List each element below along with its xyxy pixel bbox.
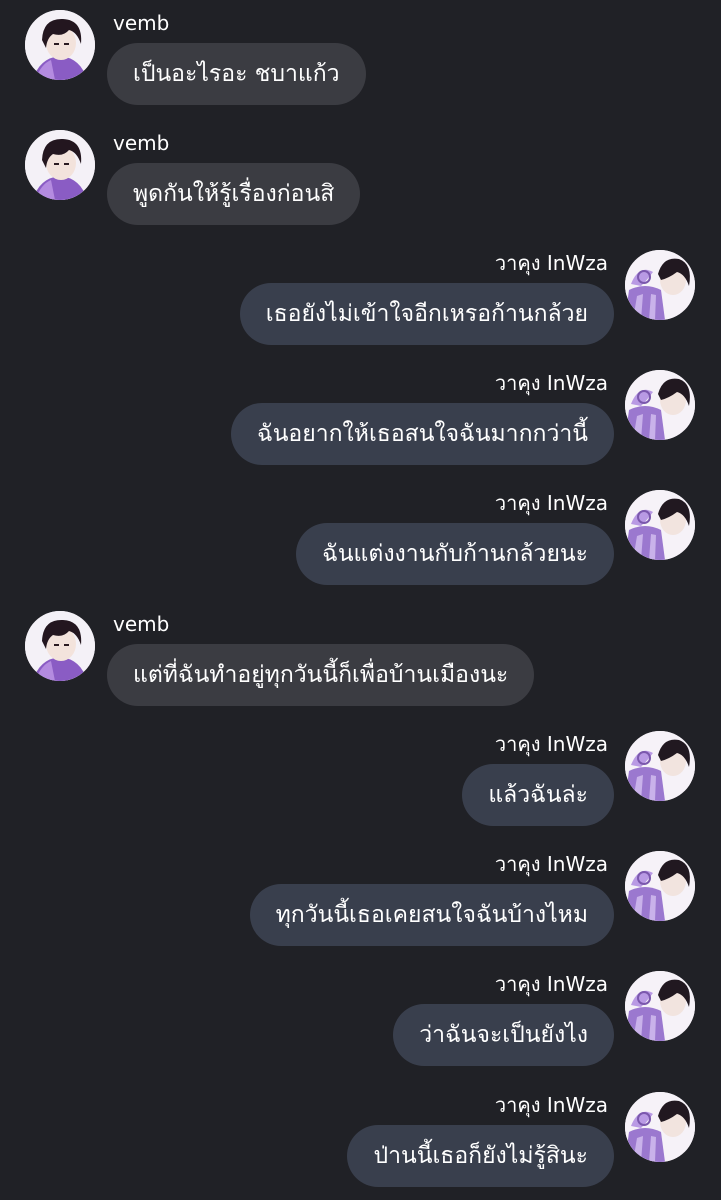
message-row: วาคุง InWza ว่าฉันจะเป็นยังไง xyxy=(0,971,721,1071)
message-bubble[interactable]: แต่ที่ฉันทำอยู่ทุกวันนี้ก็เพื่อบ้านเมือง… xyxy=(107,644,535,706)
sender-name: วาคุง InWza xyxy=(494,491,608,515)
message-row: vemb เป็นอะไรอะ ชบาแก้ว xyxy=(0,10,721,110)
message-row: วาคุง InWza ฉันอยากให้เธอสนใจฉันมากกว่าน… xyxy=(0,370,721,470)
message-row: วาคุง InWza เธอยังไม่เข้าใจอีกเหรอก้านกล… xyxy=(0,250,721,350)
message-bubble[interactable]: ป่านนี้เธอก็ยังไม่รู้สินะ xyxy=(347,1125,614,1187)
message-row: วาคุง InWza แล้วฉันล่ะ xyxy=(0,731,721,831)
sender-name: vemb xyxy=(113,612,170,636)
message-bubble[interactable]: ทุกวันนี้เธอเคยสนใจฉันบ้างไหม xyxy=(249,884,614,946)
purple-character-avatar-icon[interactable] xyxy=(625,1092,695,1162)
message-row: วาคุง InWza ฉันแต่งงานกับก้านกล้วยนะ xyxy=(0,490,721,590)
sender-name: vemb xyxy=(113,11,170,35)
dark-haired-character-avatar-icon[interactable] xyxy=(25,611,95,681)
message-bubble[interactable]: ฉันแต่งงานกับก้านกล้วยนะ xyxy=(296,523,614,585)
message-bubble[interactable]: เป็นอะไรอะ ชบาแก้ว xyxy=(107,43,366,105)
message-bubble[interactable]: พูดกันให้รู้เรื่องก่อนสิ xyxy=(107,163,361,225)
message-bubble[interactable]: เธอยังไม่เข้าใจอีกเหรอก้านกล้วย xyxy=(239,283,614,345)
dark-haired-character-avatar-icon[interactable] xyxy=(25,130,95,200)
sender-name: วาคุง InWza xyxy=(494,371,608,395)
message-row: vemb พูดกันให้รู้เรื่องก่อนสิ xyxy=(0,130,721,230)
purple-character-avatar-icon[interactable] xyxy=(625,971,695,1041)
sender-name: วาคุง InWza xyxy=(494,852,608,876)
message-bubble[interactable]: ฉันอยากให้เธอสนใจฉันมากกว่านี้ xyxy=(231,403,614,465)
purple-character-avatar-icon[interactable] xyxy=(625,370,695,440)
sender-name: วาคุง InWza xyxy=(494,972,608,996)
purple-character-avatar-icon[interactable] xyxy=(625,250,695,320)
sender-name: วาคุง InWza xyxy=(494,251,608,275)
sender-name: วาคุง InWza xyxy=(494,1093,608,1117)
message-row: vemb แต่ที่ฉันทำอยู่ทุกวันนี้ก็เพื่อบ้าน… xyxy=(0,611,721,711)
sender-name: วาคุง InWza xyxy=(494,732,608,756)
sender-name: vemb xyxy=(113,131,170,155)
purple-character-avatar-icon[interactable] xyxy=(625,490,695,560)
message-row: วาคุง InWza ทุกวันนี้เธอเคยสนใจฉันบ้างไห… xyxy=(0,851,721,951)
purple-character-avatar-icon[interactable] xyxy=(625,851,695,921)
message-bubble[interactable]: ว่าฉันจะเป็นยังไง xyxy=(393,1004,614,1066)
dark-haired-character-avatar-icon[interactable] xyxy=(25,10,95,80)
purple-character-avatar-icon[interactable] xyxy=(625,731,695,801)
message-bubble[interactable]: แล้วฉันล่ะ xyxy=(462,764,614,826)
message-row: วาคุง InWza ป่านนี้เธอก็ยังไม่รู้สินะ xyxy=(0,1092,721,1192)
chat-thread: vemb เป็นอะไรอะ ชบาแก้ว vemb พูดกันให้รู… xyxy=(0,0,721,1200)
